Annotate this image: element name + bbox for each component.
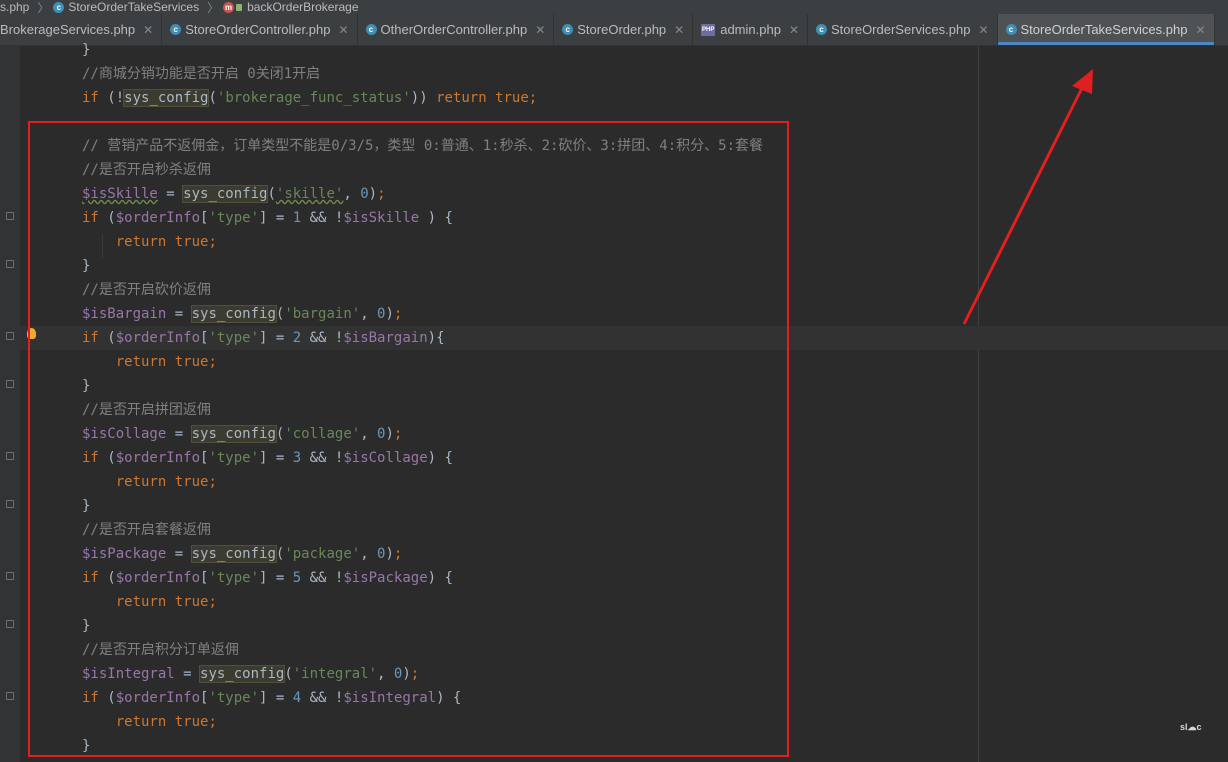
arrow-shaft [962, 85, 1085, 325]
annotation-arrow [962, 69, 1093, 325]
watermark: sl☁c [1180, 722, 1202, 732]
